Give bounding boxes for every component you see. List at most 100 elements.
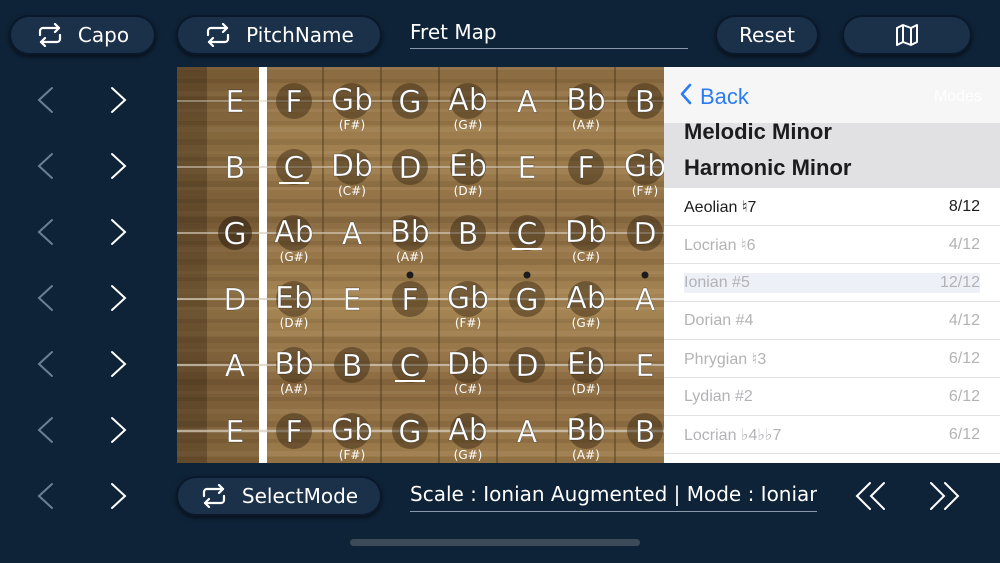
- string-4-down-arrow[interactable]: [28, 278, 62, 318]
- mode-name: Phrygian ♮3: [684, 350, 767, 368]
- repeat-icon: [204, 23, 232, 47]
- fret-note: Gb: [447, 281, 489, 316]
- next-scale-button[interactable]: [924, 476, 964, 516]
- bottom-right-arrow[interactable]: [102, 476, 136, 516]
- fret-note: Bb: [566, 83, 606, 118]
- fret-note: D: [633, 217, 656, 252]
- fret-note-enharmonic: (A#): [280, 382, 308, 396]
- fret-note: B: [635, 415, 656, 450]
- string-4-up-arrow[interactable]: [102, 278, 136, 318]
- mode-note-count: 4/12: [948, 235, 980, 253]
- string-3-down-arrow[interactable]: [28, 212, 62, 252]
- mode-note-count: 4/12: [948, 311, 980, 329]
- string-3-up-arrow[interactable]: [102, 212, 136, 252]
- fret-note: Eb: [449, 149, 487, 184]
- fret-note: A: [342, 217, 363, 252]
- fret-note: Bb: [566, 413, 606, 448]
- fret-note-enharmonic: (G#): [454, 448, 483, 462]
- fret-note: Eb: [567, 347, 605, 382]
- reset-label: Reset: [739, 23, 795, 47]
- string-2-up-arrow[interactable]: [102, 146, 136, 186]
- fret-note-enharmonic: (G#): [454, 118, 483, 132]
- selected-highlight: Ionian #5 12/12: [684, 272, 980, 293]
- mode-row[interactable]: Ionian #5 12/12: [664, 264, 1000, 302]
- mode-row[interactable]: Locrian ♭4♭♭7 6/12: [664, 416, 1000, 454]
- string-5-down-arrow[interactable]: [28, 344, 62, 384]
- prev-scale-button[interactable]: [851, 476, 891, 516]
- select-mode-button[interactable]: SelectMode: [176, 476, 382, 516]
- mode-name: Locrian ♮6: [684, 236, 756, 254]
- fret-note-enharmonic: (F#): [339, 118, 365, 132]
- mode-row[interactable]: Phrygian ♮3 6/12: [664, 340, 1000, 378]
- string-6-up-arrow[interactable]: [102, 410, 136, 450]
- fret-note: G: [398, 415, 421, 450]
- fret-note-enharmonic: (C#): [338, 184, 366, 198]
- fret-note-enharmonic: (D#): [572, 382, 601, 396]
- fret-note-enharmonic: (F#): [632, 184, 658, 198]
- fret-note: Gb: [331, 83, 373, 118]
- fret-note: Bb: [274, 347, 314, 382]
- open-string-note: E: [226, 85, 245, 120]
- home-indicator: [350, 539, 640, 546]
- pitchname-button[interactable]: PitchName: [176, 15, 382, 55]
- fret-note-enharmonic: (F#): [339, 448, 365, 462]
- capo-button[interactable]: Capo: [9, 15, 156, 55]
- section-harmonic-minor[interactable]: Harmonic Minor: [664, 147, 1000, 188]
- section-label: Melodic Minor: [684, 119, 832, 144]
- fret-note: Ab: [566, 281, 606, 316]
- mode-row[interactable]: Aeolian ♮7 8/12: [664, 188, 1000, 226]
- mode-name: Aeolian ♮7: [684, 198, 757, 216]
- map-icon: [895, 23, 919, 47]
- open-string-area: [207, 67, 259, 463]
- map-button[interactable]: [842, 15, 972, 55]
- scale-mode-field[interactable]: Scale : Ionian Augmented | Mode : Ionian…: [410, 482, 817, 512]
- fret-note-enharmonic: (C#): [572, 250, 600, 264]
- fret-note-enharmonic: (F#): [455, 316, 481, 330]
- fret-note: Db: [565, 215, 607, 250]
- panel-header: Back Modes: [664, 67, 1000, 127]
- string-2-down-arrow[interactable]: [28, 146, 62, 186]
- string-1-down-arrow[interactable]: [28, 80, 62, 120]
- bottom-left-arrow[interactable]: [28, 476, 62, 516]
- reset-button[interactable]: Reset: [715, 15, 819, 55]
- fret-note: Db: [447, 347, 489, 382]
- repeat-icon: [200, 484, 228, 508]
- fret-note-enharmonic: (C#): [454, 382, 482, 396]
- mode-row[interactable]: Dorian #4 4/12: [664, 302, 1000, 340]
- scale-marker-dot: [406, 271, 414, 279]
- mode-note-count: 12/12: [939, 273, 980, 291]
- mode-note-count: 8/12: [948, 197, 980, 215]
- fret-map-field[interactable]: Fret Map: [410, 20, 688, 49]
- fret-note: F: [285, 415, 302, 450]
- open-string-note: D: [223, 283, 246, 318]
- fret-note-enharmonic: (G#): [280, 250, 309, 264]
- pitchname-label: PitchName: [246, 23, 354, 47]
- fret-note-enharmonic: (A#): [572, 118, 600, 132]
- fret-note: Bb: [390, 215, 430, 250]
- fret-note: Db: [331, 149, 373, 184]
- back-button[interactable]: Back: [680, 83, 749, 111]
- fret-note: D: [515, 349, 538, 384]
- mode-row[interactable]: Locrian ♮6 4/12: [664, 226, 1000, 264]
- open-string-note: E: [226, 415, 245, 450]
- fretboard-canvas: EBGDAEF Gb(F#)G Ab(G#)A Bb(A#)BC Db(C#)D Eb(D…: [177, 67, 664, 463]
- section-melodic-minor[interactable]: Melodic Minor: [664, 119, 1000, 147]
- scale-marker-dot: [523, 271, 531, 279]
- fret-note: F: [577, 151, 594, 186]
- fret-note: C: [517, 217, 538, 252]
- scale-mode-text: Scale : Ionian Augmented | Mode : Ionian…: [410, 482, 817, 506]
- fret-note: F: [401, 283, 418, 318]
- fret-note: G: [515, 283, 538, 318]
- fret-note: D: [398, 151, 421, 186]
- string-1-up-arrow[interactable]: [102, 80, 136, 120]
- fret-note: G: [398, 85, 421, 120]
- mode-name: Lydian #2: [684, 387, 753, 405]
- fret-note: B: [458, 217, 479, 252]
- fret-note: E: [636, 349, 655, 384]
- fret-note-enharmonic: (D#): [280, 316, 309, 330]
- capo-label: Capo: [77, 23, 130, 47]
- string-6-down-arrow[interactable]: [28, 410, 62, 450]
- mode-row[interactable]: Lydian #2 6/12: [664, 378, 1000, 416]
- string-5-up-arrow[interactable]: [102, 344, 136, 384]
- fret-note-enharmonic: (A#): [572, 448, 600, 462]
